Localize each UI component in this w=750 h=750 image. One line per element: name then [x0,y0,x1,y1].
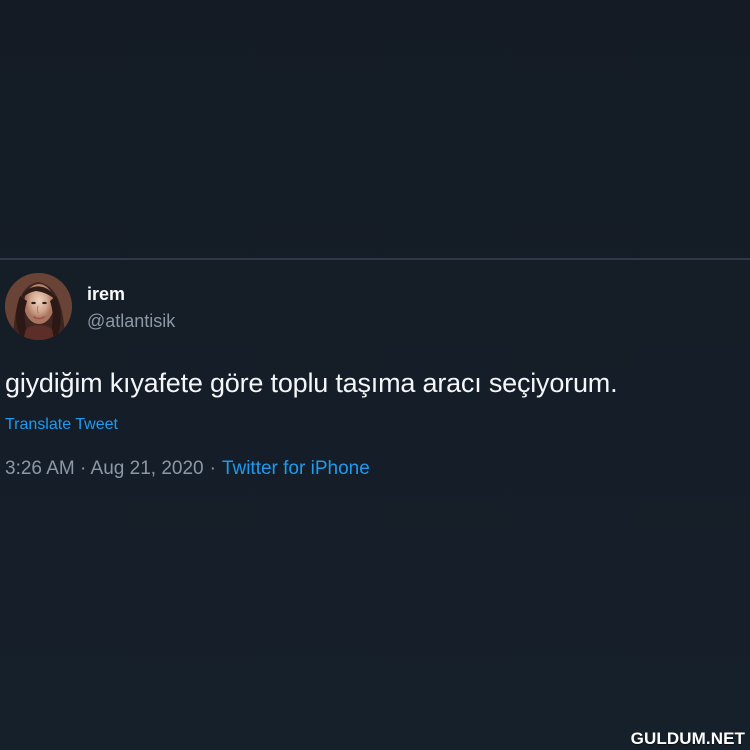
timestamp[interactable]: 3:26 AM · Aug 21, 2020 [5,457,204,481]
watermark: GULDUM.NET [630,729,745,748]
top-divider [0,258,750,260]
tweet-card: irem @atlantisik giydiğim kıyafete göre … [0,270,750,500]
author-name[interactable]: irem [87,284,125,304]
tweet-screenshot: irem @atlantisik giydiğim kıyafete göre … [0,0,750,750]
tweet-text: giydiğim kıyafete göre toplu taşıma arac… [5,368,618,398]
profile-photo-icon [5,273,72,340]
author-handle[interactable]: @atlantisik [87,310,175,332]
tweet-meta: 3:26 AM · Aug 21, 2020 · Twitter for iPh… [5,457,370,481]
avatar[interactable] [5,273,72,340]
translate-tweet-link[interactable]: Translate Tweet [5,415,118,435]
meta-separator: · [209,458,216,479]
tweet-source-link[interactable]: Twitter for iPhone [222,457,370,481]
